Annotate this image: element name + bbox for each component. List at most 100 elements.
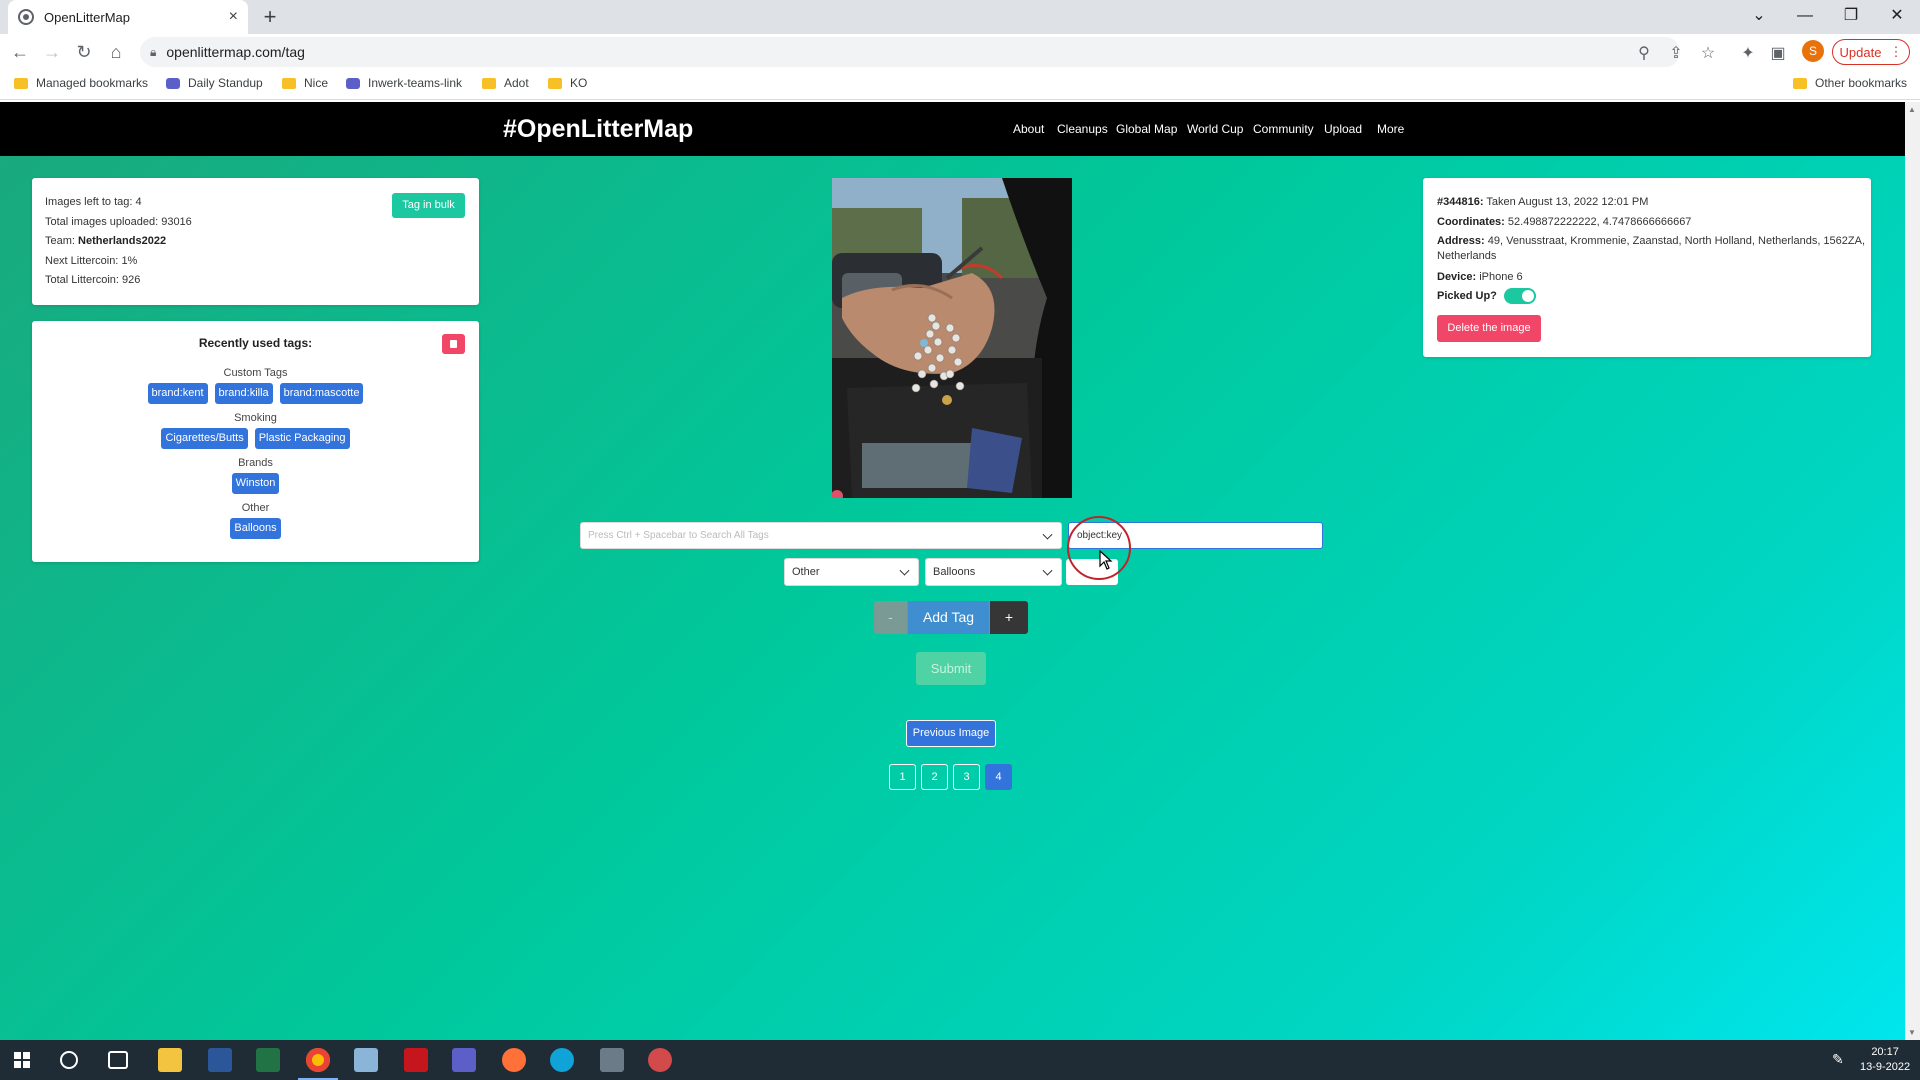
tag-cigarettes-butts[interactable]: Cigarettes/Butts xyxy=(161,428,248,449)
brands-tags-row: Winston xyxy=(32,473,479,494)
smoking-tags-row: Cigarettes/Butts Plastic Packaging xyxy=(32,428,479,449)
images-left-stat: Images left to tag: 4 xyxy=(45,196,142,208)
item-select[interactable]: Balloons xyxy=(925,558,1062,586)
tag-brand-kent[interactable]: brand:kent xyxy=(147,383,208,404)
new-tab-button[interactable]: + xyxy=(258,4,282,30)
tab-search-icon[interactable]: ⌄ xyxy=(1736,2,1782,30)
delete-image-button[interactable]: Delete the image xyxy=(1437,315,1541,342)
bookmark-label: Nice xyxy=(304,76,329,90)
image-info-card: #344816: Taken August 13, 2022 12:01 PM … xyxy=(1423,178,1871,357)
nav-global-map[interactable]: Global Map xyxy=(1116,122,1177,136)
nav-world-cup[interactable]: World Cup xyxy=(1187,122,1243,136)
file-explorer-icon[interactable] xyxy=(158,1048,182,1072)
nav-more[interactable]: More xyxy=(1377,122,1404,136)
browser-tab[interactable]: OpenLitterMap × xyxy=(8,0,248,34)
chevron-down-icon xyxy=(899,565,910,576)
site-navbar: #OpenLitterMap About Cleanups Global Map… xyxy=(0,102,1905,156)
custom-tags-row: brand:kent brand:killa brand:mascotte xyxy=(32,383,479,404)
minimize-icon[interactable]: — xyxy=(1782,2,1828,30)
pen-workspace-icon[interactable]: ✎ xyxy=(1832,1051,1844,1068)
submit-button[interactable]: Submit xyxy=(916,652,986,685)
group-label-brands: Brands xyxy=(238,457,273,469)
reload-icon[interactable]: ↻ xyxy=(72,40,96,64)
update-button[interactable]: Update ⋮ xyxy=(1832,39,1910,65)
search-icon[interactable] xyxy=(60,1051,78,1069)
excel-icon[interactable] xyxy=(256,1048,280,1072)
windows-start-icon[interactable] xyxy=(14,1052,30,1068)
back-icon[interactable]: ← xyxy=(8,40,32,64)
forward-icon[interactable]: → xyxy=(40,40,64,64)
nav-upload[interactable]: Upload xyxy=(1324,122,1362,136)
litter-photo xyxy=(832,178,1072,498)
bookmark-adot[interactable]: Adot xyxy=(482,76,529,90)
other-tags-row: Balloons xyxy=(32,518,479,539)
teams-icon[interactable] xyxy=(452,1048,476,1072)
firefox-icon[interactable] xyxy=(502,1048,526,1072)
page-button-1[interactable]: 1 xyxy=(889,764,916,790)
lock-icon[interactable]: 🔒︎ xyxy=(150,45,156,60)
bookmark-label: Daily Standup xyxy=(188,76,263,90)
other-bookmarks[interactable]: Other bookmarks xyxy=(1793,76,1907,90)
restore-icon[interactable]: ❐ xyxy=(1828,2,1874,30)
increase-quantity-button[interactable]: + xyxy=(990,601,1028,634)
folder-icon xyxy=(1793,77,1807,89)
share-icon[interactable]: ⇪ xyxy=(1666,43,1686,63)
snipping-tool-icon[interactable] xyxy=(404,1048,428,1072)
tag-brand-killa[interactable]: brand:killa xyxy=(214,383,273,404)
bookmark-managed[interactable]: Managed bookmarks xyxy=(14,76,148,90)
page-button-2[interactable]: 2 xyxy=(921,764,948,790)
system-clock[interactable]: 20:17 13-9-2022 xyxy=(1860,1045,1910,1075)
side-panel-icon[interactable]: ▣ xyxy=(1768,43,1788,63)
site-logo[interactable]: #OpenLitterMap xyxy=(503,115,693,144)
close-window-icon[interactable]: ✕ xyxy=(1874,2,1920,30)
page-button-4[interactable]: 4 xyxy=(985,764,1012,790)
nav-community[interactable]: Community xyxy=(1253,122,1314,136)
previous-image-button[interactable]: Previous Image xyxy=(906,720,996,747)
browser-tab-strip: OpenLitterMap × + ⌄ — ❐ ✕ xyxy=(0,0,1920,34)
bookmark-label: KO xyxy=(570,76,588,90)
total-uploaded-stat: Total images uploaded: 93016 xyxy=(45,216,192,228)
picked-up-label: Picked Up? xyxy=(1437,290,1497,302)
bookmark-nice[interactable]: Nice xyxy=(282,76,328,90)
search-tags-select[interactable]: Press Ctrl + Spacebar to Search All Tags xyxy=(580,522,1062,549)
decrease-quantity-button[interactable]: - xyxy=(874,601,907,634)
close-tab-icon[interactable]: × xyxy=(229,8,238,26)
add-tag-button[interactable]: Add Tag xyxy=(908,601,989,634)
trash-icon[interactable] xyxy=(442,334,465,354)
home-icon[interactable]: ⌂ xyxy=(104,40,128,64)
edge-icon[interactable] xyxy=(550,1048,574,1072)
url-text[interactable]: openlittermap.com/tag xyxy=(166,44,305,60)
tag-winston[interactable]: Winston xyxy=(231,473,280,494)
nav-cleanups[interactable]: Cleanups xyxy=(1057,122,1108,136)
address-bar[interactable]: 🔒︎ openlittermap.com/tag xyxy=(140,37,1680,67)
bookmark-daily-standup[interactable]: Daily Standup xyxy=(166,76,263,90)
search-tags-placeholder: Press Ctrl + Spacebar to Search All Tags xyxy=(588,530,769,541)
category-select[interactable]: Other xyxy=(784,558,919,586)
nav-about[interactable]: About xyxy=(1013,122,1044,136)
calculator-icon[interactable] xyxy=(600,1048,624,1072)
picked-up-toggle[interactable] xyxy=(1504,288,1536,304)
bookmark-star-icon[interactable]: ☆ xyxy=(1698,43,1718,63)
scroll-up-arrow-icon[interactable]: ▲ xyxy=(1908,105,1916,114)
group-label-other: Other xyxy=(241,502,270,514)
profile-avatar[interactable]: S xyxy=(1802,40,1824,62)
tag-balloons[interactable]: Balloons xyxy=(230,518,281,539)
bookmark-inwerk-teams-link[interactable]: Inwerk-teams-link xyxy=(346,76,462,90)
page-content: #OpenLitterMap About Cleanups Global Map… xyxy=(0,102,1905,1040)
tag-brand-mascotte[interactable]: brand:mascotte xyxy=(279,383,364,404)
paint-icon[interactable] xyxy=(648,1048,672,1072)
bookmark-label: Inwerk-teams-link xyxy=(368,76,463,90)
bookmark-ko[interactable]: KO xyxy=(548,76,587,90)
task-view-icon[interactable] xyxy=(108,1051,128,1069)
notepad-icon[interactable] xyxy=(354,1048,378,1072)
word-icon[interactable] xyxy=(208,1048,232,1072)
tag-plastic-packaging[interactable]: Plastic Packaging xyxy=(254,428,350,449)
tag-in-bulk-button[interactable]: Tag in bulk xyxy=(392,193,465,218)
recent-tags-card: Recently used tags: Custom Tags brand:ke… xyxy=(32,321,479,562)
page-button-3[interactable]: 3 xyxy=(953,764,980,790)
zoom-icon[interactable]: ⚲ xyxy=(1634,43,1654,63)
scroll-down-arrow-icon[interactable]: ▼ xyxy=(1908,1028,1916,1037)
extensions-icon[interactable]: ✦ xyxy=(1738,43,1758,63)
page-scrollbar[interactable]: ▲ ▼ xyxy=(1905,102,1920,1040)
chrome-icon[interactable] xyxy=(298,1048,338,1080)
